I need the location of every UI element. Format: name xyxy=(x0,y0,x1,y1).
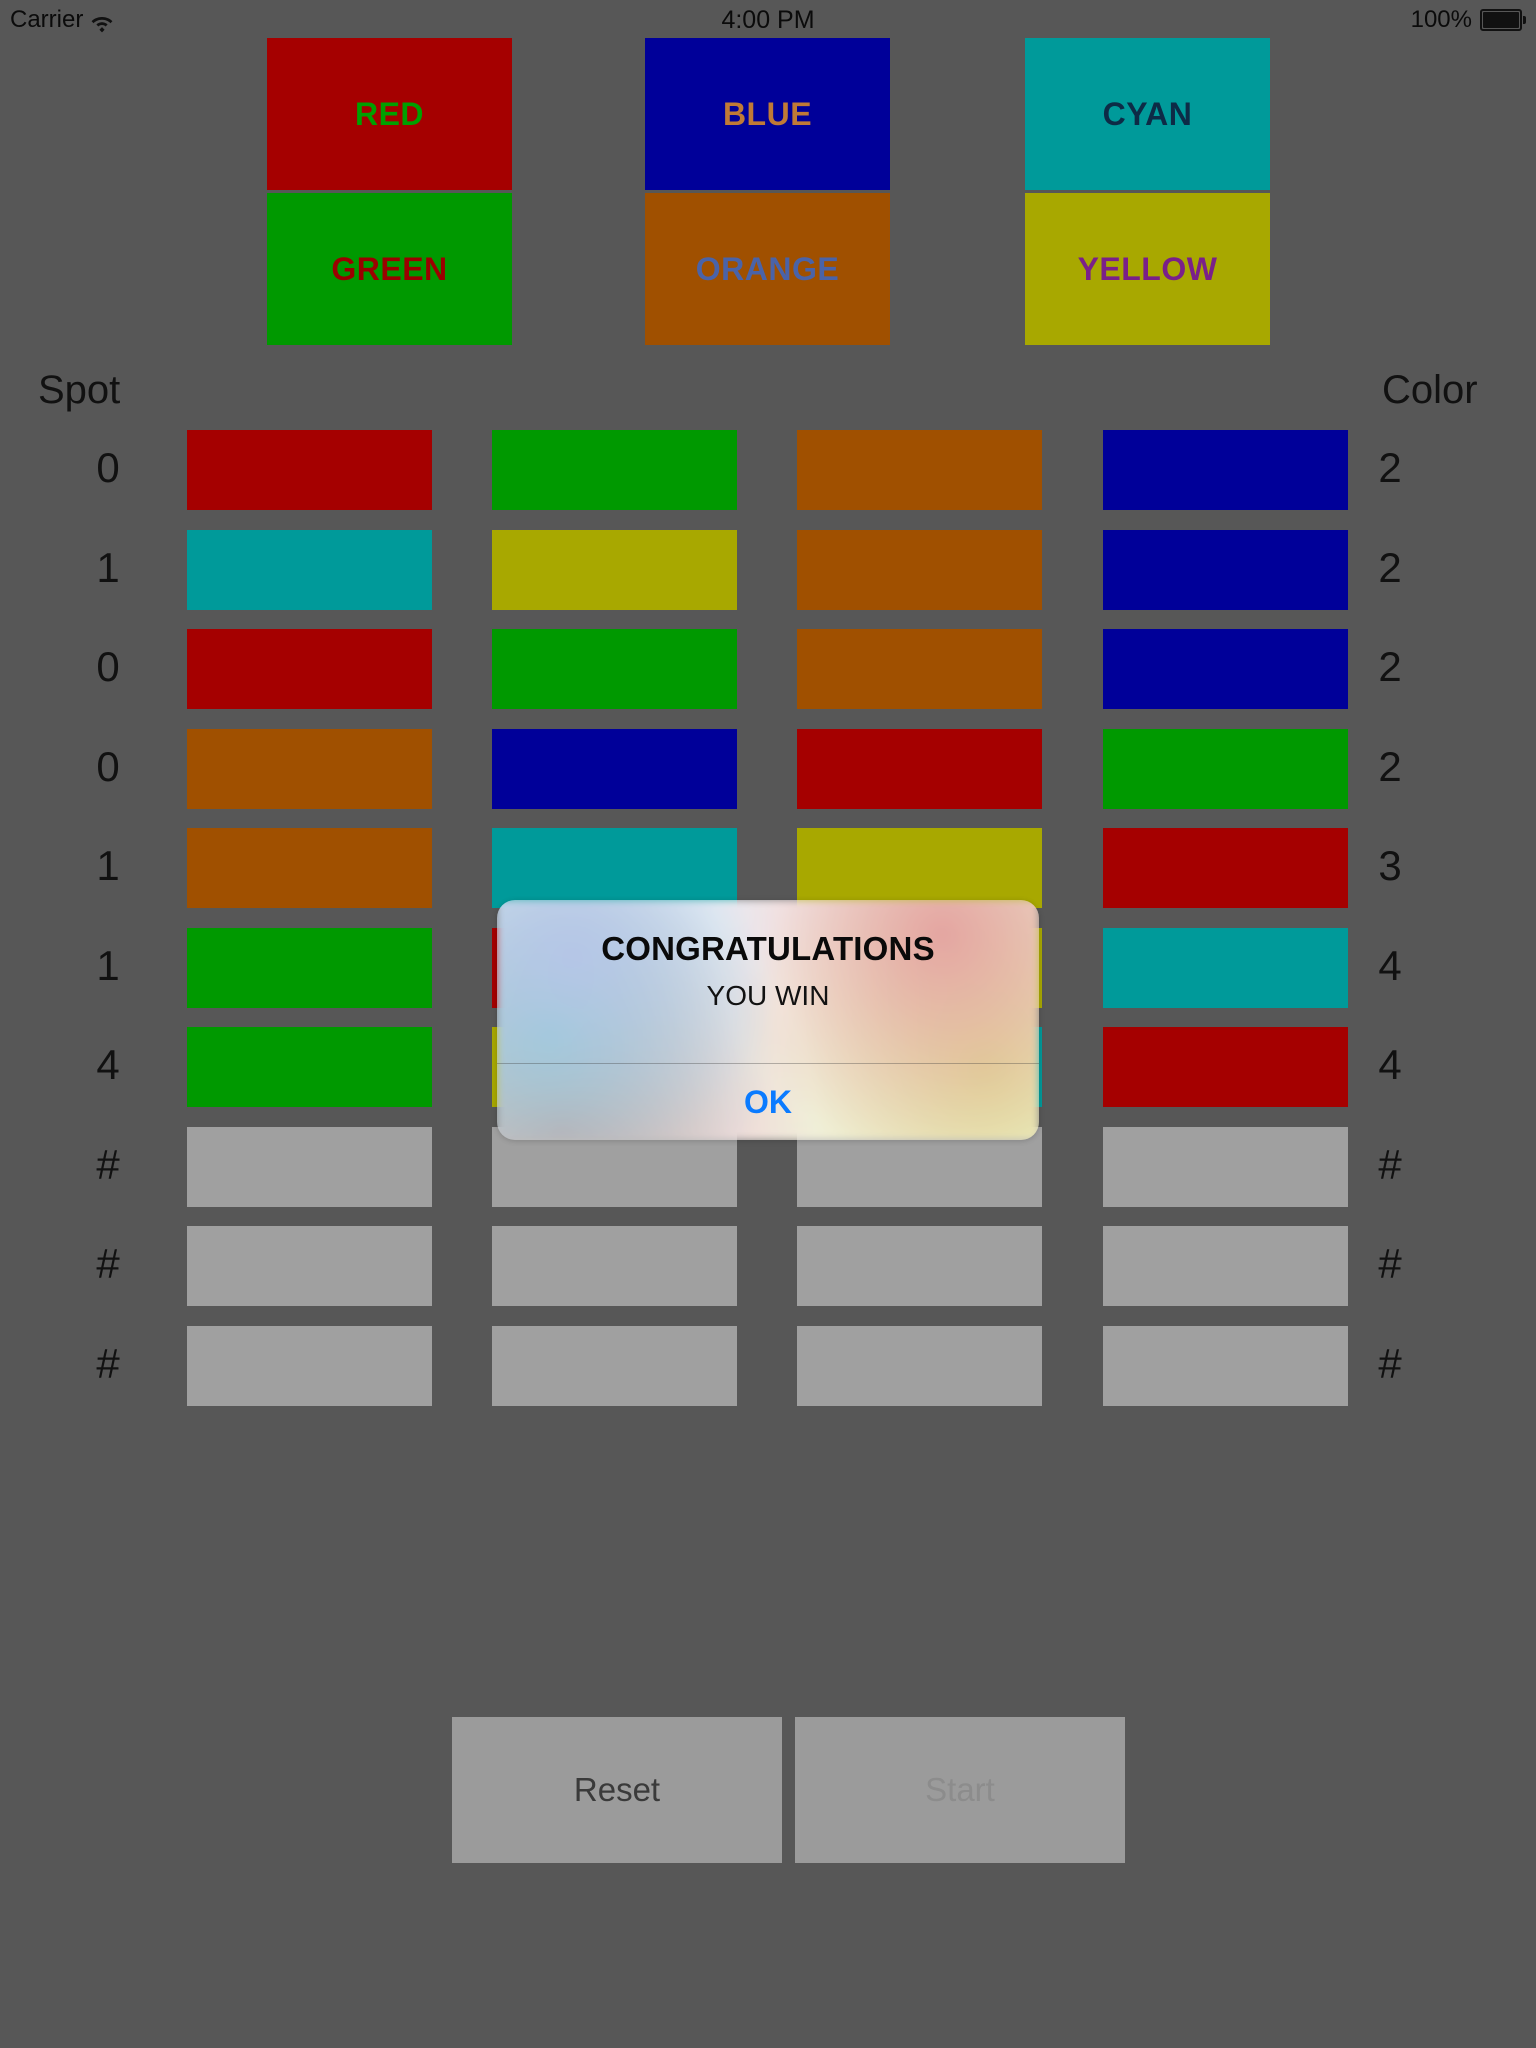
congratulations-dialog: CONGRATULATIONS YOU WIN OK xyxy=(497,900,1039,1140)
dialog-title: CONGRATULATIONS xyxy=(601,930,935,967)
dialog-message: YOU WIN xyxy=(706,980,830,1011)
dialog-ok-button[interactable]: OK xyxy=(497,1064,1039,1140)
alert-overlay: CONGRATULATIONS YOU WIN OK xyxy=(0,0,1536,2048)
dialog-body: CONGRATULATIONS YOU WIN xyxy=(497,900,1039,1063)
